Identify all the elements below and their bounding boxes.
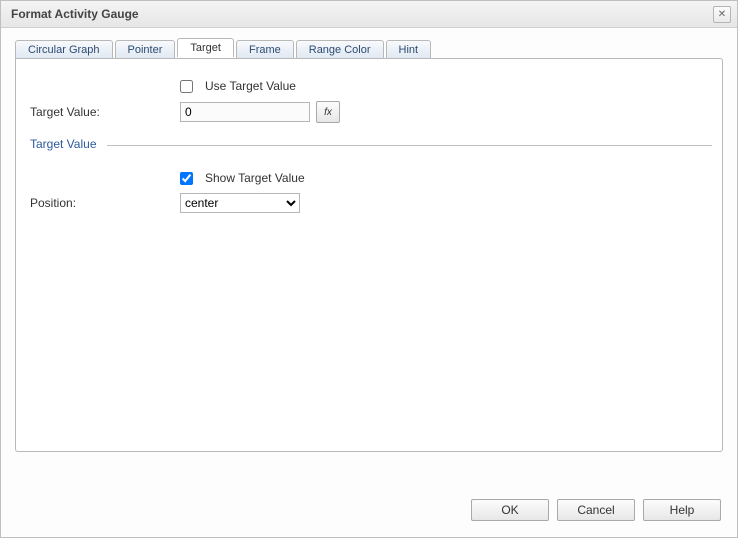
tab-range-color[interactable]: Range Color — [296, 40, 384, 59]
help-button[interactable]: Help — [643, 499, 721, 521]
dialog: Format Activity Gauge ✕ Circular Graph P… — [0, 0, 738, 538]
ok-button[interactable]: OK — [471, 499, 549, 521]
section-target-value: Target Value — [26, 131, 712, 159]
target-value-label: Target Value: — [26, 105, 180, 119]
tab-area: Circular Graph Pointer Target Frame Rang… — [1, 28, 737, 452]
fx-button[interactable]: fx — [316, 101, 340, 123]
section-target-value-label: Target Value — [26, 137, 97, 151]
section-divider — [107, 145, 713, 146]
tab-target[interactable]: Target — [177, 38, 234, 57]
show-target-value-label: Show Target Value — [205, 171, 305, 185]
tab-content: Use Target Value Target Value: fx Target… — [15, 58, 723, 452]
form: Use Target Value Target Value: fx Target… — [16, 59, 722, 231]
tab-pointer[interactable]: Pointer — [115, 40, 176, 59]
tab-circular-graph[interactable]: Circular Graph — [15, 40, 113, 59]
row-target-value: Target Value: fx — [26, 101, 712, 123]
tab-strip: Circular Graph Pointer Target Frame Rang… — [15, 38, 723, 59]
tab-frame[interactable]: Frame — [236, 40, 294, 59]
position-label: Position: — [26, 196, 180, 210]
fx-icon: fx — [324, 107, 332, 118]
show-target-value-checkbox[interactable] — [180, 172, 193, 185]
titlebar: Format Activity Gauge ✕ — [1, 1, 737, 28]
target-value-input[interactable] — [180, 102, 310, 122]
use-target-value-label: Use Target Value — [205, 79, 296, 93]
tab-hint[interactable]: Hint — [386, 40, 432, 59]
close-icon: ✕ — [718, 9, 726, 20]
position-select[interactable]: center — [180, 193, 300, 213]
row-show-target-value: Show Target Value — [26, 171, 712, 185]
close-button[interactable]: ✕ — [713, 6, 731, 23]
footer: OK Cancel Help — [471, 499, 721, 521]
cancel-button[interactable]: Cancel — [557, 499, 635, 521]
row-use-target-value: Use Target Value — [26, 79, 712, 93]
use-target-value-checkbox[interactable] — [180, 80, 193, 93]
dialog-title: Format Activity Gauge — [11, 7, 139, 21]
row-position: Position: center — [26, 193, 712, 213]
